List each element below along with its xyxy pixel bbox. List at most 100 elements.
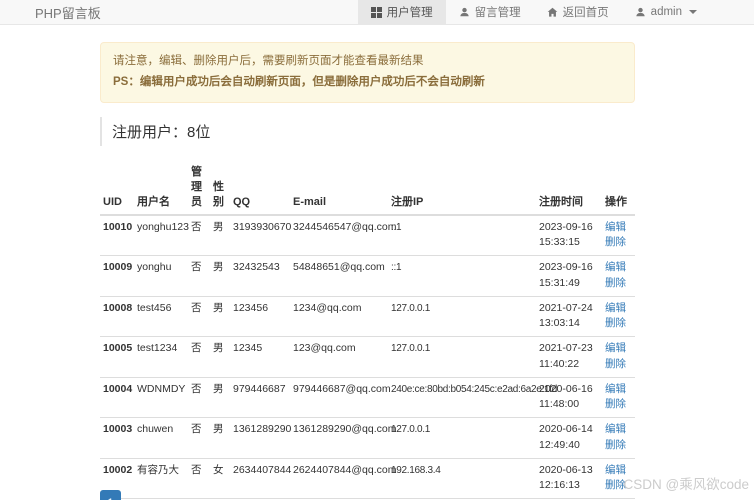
register-time: 13:03:14 <box>539 316 599 332</box>
table-row: 10003 chuwen 否 男 1361289290 1361289290@q… <box>100 418 635 459</box>
cell-admin: 否 <box>188 296 210 337</box>
cell-gender: 男 <box>210 215 230 256</box>
nav-item-user-management[interactable]: 用户管理 <box>358 0 446 24</box>
cell-email: 1234@qq.com <box>290 296 388 337</box>
nav-item-label: 用户管理 <box>387 4 433 20</box>
cell-gender: 男 <box>210 377 230 418</box>
cell-actions: 编辑 删除 <box>602 215 635 256</box>
delete-link[interactable]: 删除 <box>605 235 632 251</box>
cell-register-ip: 127.0.0.1 <box>388 418 536 459</box>
refresh-notice-alert: 请注意，编辑、删除用户后，需要刷新页面才能查看最新结果 PS：编辑用户成功后会自… <box>100 42 635 103</box>
cell-email: 2624407844@qq.com <box>290 458 388 499</box>
edit-link[interactable]: 编辑 <box>605 341 632 357</box>
cell-gender: 女 <box>210 458 230 499</box>
cell-register-ip: 127.0.0.1 <box>388 337 536 378</box>
cell-username: test456 <box>134 296 188 337</box>
navbar: PHP留言板 用户管理 留言管理 返回首页 admin <box>0 0 754 25</box>
table-row: 10002 有容乃大 否 女 2634407844 2624407844@qq.… <box>100 458 635 499</box>
user-icon <box>459 7 470 18</box>
cell-actions: 编辑 删除 <box>602 256 635 297</box>
column-header-6: 注册IP <box>388 162 536 215</box>
register-time: 11:48:00 <box>539 397 599 413</box>
delete-link[interactable]: 删除 <box>605 397 632 413</box>
cell-email: 3244546547@qq.com <box>290 215 388 256</box>
cell-admin: 否 <box>188 337 210 378</box>
user-icon <box>635 7 646 18</box>
register-time: 12:16:13 <box>539 478 599 494</box>
edit-link[interactable]: 编辑 <box>605 463 632 479</box>
cell-uid: 10009 <box>100 256 134 297</box>
cell-admin: 否 <box>188 418 210 459</box>
cell-register-ip: ::1 <box>388 256 536 297</box>
delete-link[interactable]: 删除 <box>605 276 632 292</box>
cell-uid: 10005 <box>100 337 134 378</box>
cell-uid: 10010 <box>100 215 134 256</box>
nav-item-label: admin <box>651 6 682 18</box>
register-date: 2023-09-16 <box>539 220 599 236</box>
cell-register-ip: 127.0.0.1 <box>388 296 536 337</box>
cell-register-time: 2021-07-24 13:03:14 <box>536 296 602 337</box>
watermark: CSDN @乘风欲code <box>624 473 749 493</box>
cell-qq: 12345 <box>230 337 290 378</box>
edit-link[interactable]: 编辑 <box>605 301 632 317</box>
cell-gender: 男 <box>210 337 230 378</box>
cell-email: 54848651@qq.com <box>290 256 388 297</box>
cell-register-time: 2021-07-23 11:40:22 <box>536 337 602 378</box>
column-header-3: 性别 <box>210 162 230 215</box>
column-header-0: UID <box>100 162 134 215</box>
nav-item-back-home[interactable]: 返回首页 <box>534 0 622 24</box>
edit-link[interactable]: 编辑 <box>605 422 632 438</box>
alert-line2: PS：编辑用户成功后会自动刷新页面，但是删除用户成功后不会自动刷新 <box>113 72 622 93</box>
nav-item-label: 留言管理 <box>475 4 521 20</box>
cell-register-ip: ::1 <box>388 215 536 256</box>
delete-link[interactable]: 删除 <box>605 438 632 454</box>
delete-link[interactable]: 删除 <box>605 316 632 332</box>
edit-link[interactable]: 编辑 <box>605 220 632 236</box>
column-header-4: QQ <box>230 162 290 215</box>
column-header-8: 操作 <box>602 162 635 215</box>
table-row: 10004 WDNMDY 否 男 979446687 979446687@qq.… <box>100 377 635 418</box>
edit-link[interactable]: 编辑 <box>605 260 632 276</box>
home-icon <box>547 7 558 18</box>
register-time: 15:33:15 <box>539 235 599 251</box>
cell-gender: 男 <box>210 296 230 337</box>
cell-register-time: 2020-06-16 11:48:00 <box>536 377 602 418</box>
cell-actions: 编辑 删除 <box>602 296 635 337</box>
cell-register-ip: 240e:ce:80bd:b054:245c:e2ad:6a2e:1fd <box>388 377 536 418</box>
edit-link[interactable]: 编辑 <box>605 382 632 398</box>
register-date: 2020-06-13 <box>539 463 599 479</box>
cell-uid: 10004 <box>100 377 134 418</box>
grid-icon <box>371 7 382 18</box>
delete-link[interactable]: 删除 <box>605 478 632 494</box>
navbar-menu: 用户管理 留言管理 返回首页 admin <box>358 0 710 24</box>
nav-item-label: 返回首页 <box>563 4 609 20</box>
cell-gender: 男 <box>210 256 230 297</box>
cell-register-ip: 192.168.3.4 <box>388 458 536 499</box>
cell-qq: 32432543 <box>230 256 290 297</box>
cell-register-time: 2023-09-16 15:33:15 <box>536 215 602 256</box>
nav-item-message-management[interactable]: 留言管理 <box>446 0 534 24</box>
column-header-7: 注册时间 <box>536 162 602 215</box>
nav-item-admin-dropdown[interactable]: admin <box>622 0 710 24</box>
cell-actions: 编辑 删除 <box>602 337 635 378</box>
brand[interactable]: PHP留言板 <box>0 0 101 24</box>
cell-admin: 否 <box>188 377 210 418</box>
register-time: 12:49:40 <box>539 438 599 454</box>
cell-uid: 10008 <box>100 296 134 337</box>
cell-admin: 否 <box>188 256 210 297</box>
cell-username: chuwen <box>134 418 188 459</box>
cell-admin: 否 <box>188 215 210 256</box>
table-row: 10008 test456 否 男 123456 1234@qq.com 127… <box>100 296 635 337</box>
cell-actions: 编辑 删除 <box>602 377 635 418</box>
cell-username: WDNMDY <box>134 377 188 418</box>
pagination-page-button[interactable]: 1 <box>100 490 121 500</box>
column-header-1: 用户名 <box>134 162 188 215</box>
cell-qq: 1361289290 <box>230 418 290 459</box>
cell-admin: 否 <box>188 458 210 499</box>
register-time: 15:31:49 <box>539 276 599 292</box>
delete-link[interactable]: 删除 <box>605 357 632 373</box>
register-date: 2020-06-14 <box>539 422 599 438</box>
cell-register-time: 2020-06-14 12:49:40 <box>536 418 602 459</box>
cell-gender: 男 <box>210 418 230 459</box>
cell-actions: 编辑 删除 <box>602 418 635 459</box>
